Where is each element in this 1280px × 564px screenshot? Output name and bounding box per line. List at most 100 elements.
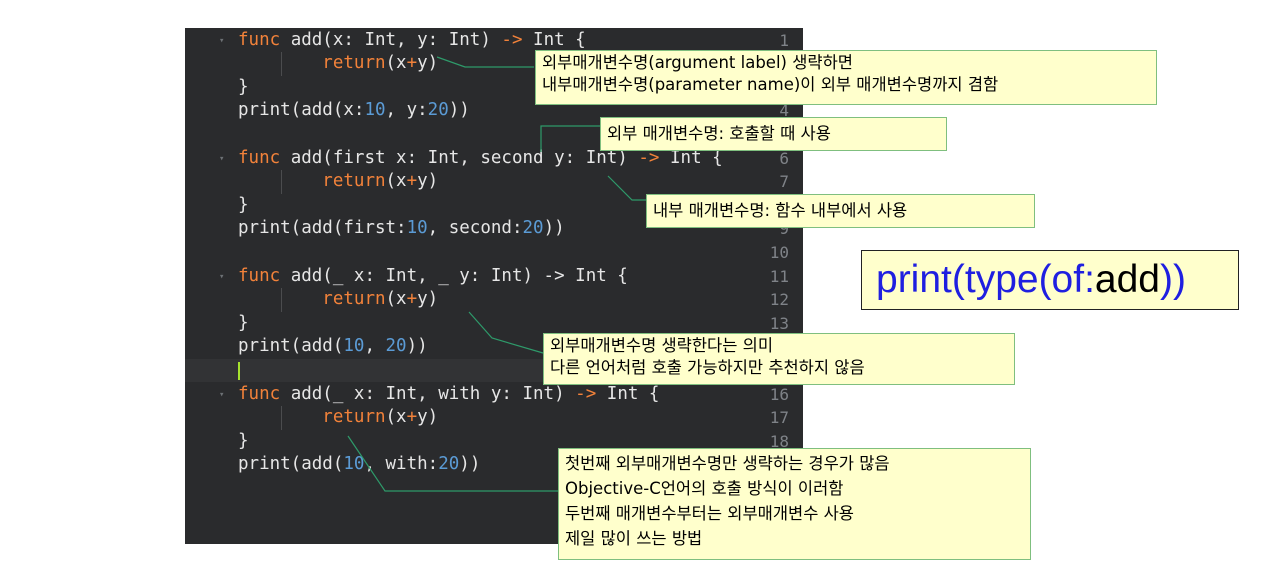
code-line[interactable]: 12 return(x+y) bbox=[185, 288, 803, 312]
code-line[interactable]: 11 ▾ func add(_ x: Int, _ y: Int) -> Int { bbox=[185, 265, 803, 289]
callout-line: 내부매개변수명(parameter name)이 외부 매개변수명까지 겸함 bbox=[542, 75, 999, 94]
code-token: add(_ x: Int, with y: Int) bbox=[280, 383, 576, 404]
code-token: )) bbox=[543, 218, 565, 239]
code-token: add(_ x: Int, _ y: Int) -> Int { bbox=[280, 265, 628, 286]
code-token: y) bbox=[417, 407, 439, 428]
code-text: func add(_ x: Int, _ y: Int) -> Int { bbox=[238, 265, 628, 289]
code-text: print(add(10, with:20)) bbox=[238, 453, 480, 477]
fold-arrow-icon[interactable]: ▾ bbox=[219, 36, 224, 46]
callout-line: 외부 매개변수명: 호출할 때 사용 bbox=[607, 124, 831, 143]
callout-line: 내부 매개변수명: 함수 내부에서 사용 bbox=[653, 201, 908, 220]
code-token: + bbox=[406, 171, 418, 192]
code-token: print(add( bbox=[238, 336, 344, 357]
code-token: , bbox=[364, 336, 386, 357]
type-of-suffix: )) bbox=[1160, 258, 1186, 301]
code-token: func bbox=[238, 147, 281, 168]
code-text: } bbox=[238, 312, 249, 336]
code-text: print(add(x:10, y:20)) bbox=[238, 99, 470, 123]
callout-line: 외부매개변수명 생략한다는 의미 bbox=[550, 336, 774, 355]
code-token: y) bbox=[417, 53, 439, 74]
code-token: , second: bbox=[427, 218, 523, 239]
code-token: Int { bbox=[522, 29, 586, 50]
code-token: Int { bbox=[596, 383, 660, 404]
code-token: (x bbox=[385, 171, 407, 192]
code-token: print(add( bbox=[238, 454, 344, 475]
code-token: return bbox=[322, 407, 386, 428]
code-line[interactable]: 17 return(x+y) bbox=[185, 406, 803, 430]
line-number: 16 bbox=[769, 384, 789, 404]
callout-line: 두번째 매개변수부터는 외부매개변수 사용 bbox=[565, 504, 854, 523]
line-number: 1 bbox=[779, 30, 789, 50]
callout-external-name: 외부 매개변수명: 호출할 때 사용 bbox=[600, 117, 947, 151]
callout-line: Objective-C언어의 호출 방식이 이러함 bbox=[565, 479, 844, 498]
line-number: 10 bbox=[769, 242, 789, 262]
code-token: func bbox=[238, 29, 281, 50]
code-text: } bbox=[238, 76, 249, 100]
code-token: (x bbox=[385, 407, 407, 428]
code-token: } bbox=[238, 194, 249, 215]
callout-argument-label: 외부매개변수명(argument label) 생략하면 내부매개변수명(par… bbox=[535, 50, 1157, 105]
code-token: 10 bbox=[343, 454, 365, 475]
code-line[interactable]: 1 ▾ func add(x: Int, y: Int) -> Int { bbox=[185, 29, 803, 53]
callout-line: 다른 언어처럼 호출 가능하지만 추천하지 않음 bbox=[550, 358, 865, 377]
code-token: , y: bbox=[385, 100, 428, 121]
code-token: y) bbox=[417, 289, 439, 310]
line-number: 13 bbox=[769, 313, 789, 333]
fold-arrow-icon[interactable]: ▾ bbox=[219, 272, 224, 282]
code-text: return(x+y) bbox=[238, 170, 438, 194]
code-token: )) bbox=[448, 100, 470, 121]
code-token: )) bbox=[459, 454, 481, 475]
code-token: , with: bbox=[364, 454, 439, 475]
code-line[interactable]: 16 ▾ func add(_ x: Int, with y: Int) -> In… bbox=[185, 383, 803, 407]
code-token: 10 bbox=[364, 100, 386, 121]
code-line[interactable]: 7 return(x+y) bbox=[185, 170, 803, 194]
code-token: add(x: Int, y: Int) bbox=[280, 29, 502, 50]
code-token: } bbox=[238, 76, 249, 97]
code-token: -> bbox=[501, 29, 523, 50]
code-text: print(add(10, 20)) bbox=[238, 335, 428, 359]
code-token: } bbox=[238, 430, 249, 451]
code-token: + bbox=[406, 289, 418, 310]
code-token: + bbox=[406, 53, 418, 74]
code-token: 20 bbox=[427, 100, 449, 121]
code-token: + bbox=[406, 407, 418, 428]
code-text: return(x+y) bbox=[238, 406, 438, 430]
callout-line: 외부매개변수명(argument label) 생략하면 bbox=[542, 53, 853, 72]
code-token: (x bbox=[385, 289, 407, 310]
code-line[interactable]: 13} bbox=[185, 312, 803, 336]
line-number: 12 bbox=[769, 290, 789, 310]
line-number: 17 bbox=[769, 408, 789, 428]
code-token: )) bbox=[406, 336, 428, 357]
code-text: func add(x: Int, y: Int) -> Int { bbox=[238, 29, 586, 53]
callout-line: 첫번째 외부매개변수명만 생략하는 경우가 많음 bbox=[565, 454, 890, 473]
code-text: } bbox=[238, 430, 249, 454]
code-token: return bbox=[322, 53, 386, 74]
code-token: print(add(x: bbox=[238, 100, 365, 121]
code-text: return(x+y) bbox=[238, 52, 438, 76]
type-of-arg: add bbox=[1094, 258, 1160, 301]
fold-arrow-icon[interactable]: ▾ bbox=[219, 390, 224, 400]
line-number: 7 bbox=[779, 172, 789, 192]
callout-line: 제일 많이 쓰는 방법 bbox=[565, 529, 703, 548]
code-text: return(x+y) bbox=[238, 288, 438, 312]
code-token: 20 bbox=[385, 336, 407, 357]
code-token: add(first x: Int, second y: Int) bbox=[280, 147, 639, 168]
callout-omit-first: 첫번째 외부매개변수명만 생략하는 경우가 많음 Objective-C언어의 … bbox=[558, 448, 1031, 560]
type-of-add-box: print(type(of:add)) bbox=[861, 250, 1239, 310]
text-cursor bbox=[238, 361, 240, 380]
code-token: y) bbox=[417, 171, 439, 192]
code-token: 20 bbox=[522, 218, 544, 239]
code-line[interactable]: 10 bbox=[185, 241, 803, 265]
code-token: 10 bbox=[343, 336, 365, 357]
fold-arrow-icon[interactable]: ▾ bbox=[219, 154, 224, 164]
callout-omit-external: 외부매개변수명 생략한다는 의미 다른 언어처럼 호출 가능하지만 추천하지 않… bbox=[543, 333, 1015, 385]
line-number: 11 bbox=[769, 266, 789, 286]
type-of-prefix: print(type(of: bbox=[876, 258, 1095, 301]
code-token: func bbox=[238, 383, 281, 404]
code-token: func bbox=[238, 265, 281, 286]
code-token: (x bbox=[385, 53, 407, 74]
